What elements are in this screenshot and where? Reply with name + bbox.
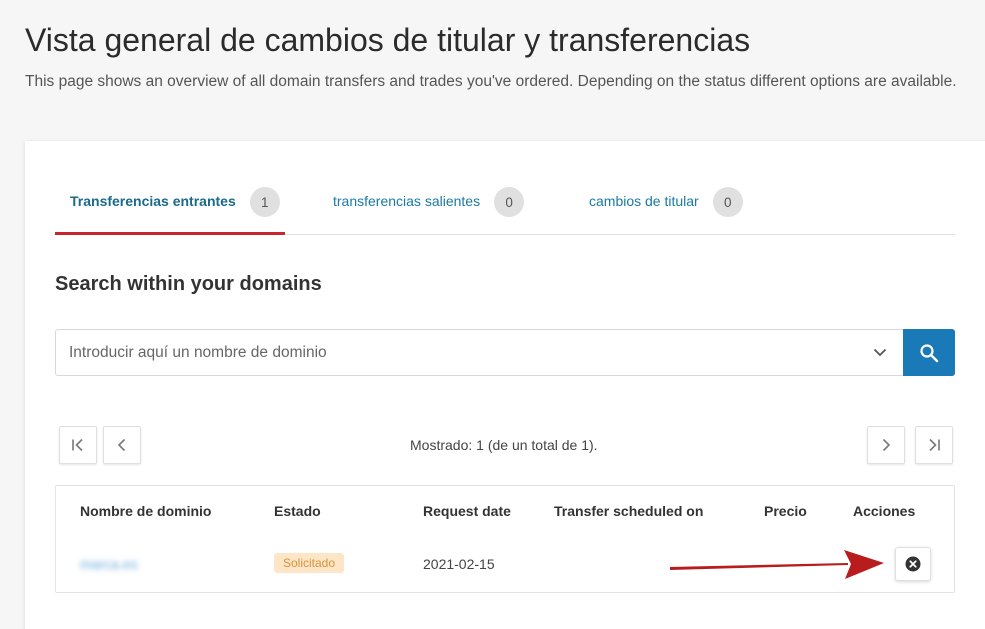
prev-page-icon [117,438,126,452]
page-title: Vista general de cambios de titular y tr… [25,22,751,58]
pagination-summary: Mostrado: 1 (de un total de 1). [410,437,598,453]
page-description: This page shows an overview of all domai… [25,73,957,90]
request-date-cell: 2021-02-15 [423,556,495,572]
cancel-circle-icon [905,556,921,572]
last-page-button[interactable] [915,426,953,464]
next-page-icon [882,438,891,452]
domain-name-link[interactable]: marca.es [80,556,138,572]
chevron-down-icon [873,348,887,357]
tab-outgoing-transfers[interactable]: transferencias salientes 0 [333,185,525,235]
column-header-request-date: Request date [423,503,511,519]
cancel-transfer-button[interactable] [895,547,931,581]
column-header-domain: Nombre de dominio [80,503,212,519]
tab-label: transferencias salientes [333,193,481,209]
tab-count-badge: 0 [494,187,525,217]
tab-owner-changes[interactable]: cambios de titular 0 [589,185,743,235]
next-page-button[interactable] [867,426,905,464]
search-icon [920,343,939,362]
search-button[interactable] [903,329,955,376]
tab-label: Transferencias entrantes [70,193,236,209]
tab-label: cambios de titular [589,193,699,209]
search-section-title: Search within your domains [55,273,322,295]
first-page-icon [72,438,83,452]
column-header-actions: Acciones [853,503,916,519]
prev-page-button[interactable] [103,426,141,464]
first-page-button[interactable] [59,426,97,464]
tab-count-badge: 1 [249,187,280,217]
dropdown-toggle[interactable] [857,330,903,375]
annotation-arrow-icon [670,550,884,579]
domain-search-input[interactable] [56,330,857,375]
column-header-price: Precio [764,503,807,519]
tab-bar: Transferencias entrantes 1 transferencia… [55,185,955,235]
last-page-icon [929,438,940,452]
column-header-status: Estado [274,503,321,519]
domain-search-box [55,329,955,376]
tab-count-badge: 0 [712,187,743,217]
status-badge: Solicitado [274,553,345,573]
column-header-scheduled: Transfer scheduled on [554,503,704,519]
tab-incoming-transfers[interactable]: Transferencias entrantes 1 [55,185,285,235]
